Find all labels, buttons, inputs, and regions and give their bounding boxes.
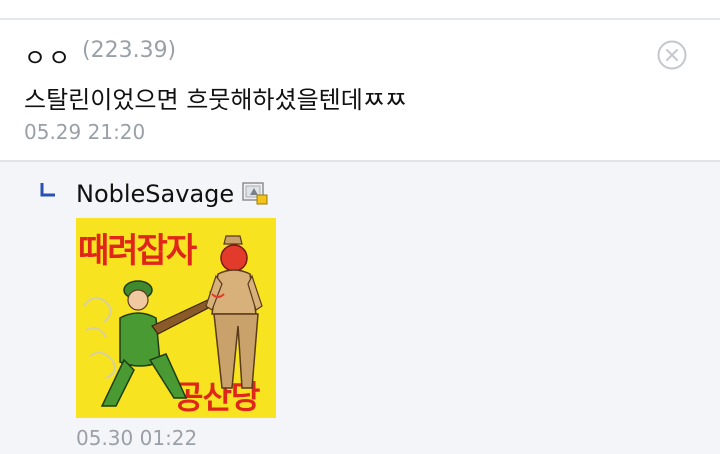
previous-comment-edge	[0, 0, 720, 20]
gallery-nick-icon	[242, 182, 268, 205]
comment-author[interactable]: ㅇㅇ	[24, 38, 72, 73]
comment: ㅇㅇ (223.39) 스탈린이었으면 흐뭇해하셨을텐데ㅉㅉ 05.29 21:…	[0, 20, 720, 162]
reply-comment: NobleSavage 때려잡자 공산당 05.30 01:22	[0, 162, 720, 454]
comment-ip: (223.39)	[82, 38, 177, 63]
reply-author[interactable]: NobleSavage	[76, 180, 234, 208]
reply-arrow-icon	[40, 183, 55, 197]
delete-comment-button[interactable]	[657, 40, 687, 70]
reply-time: 05.30 01:22	[76, 426, 198, 450]
previous-comment-faded-text	[24, 0, 154, 6]
comment-time: 05.29 21:20	[24, 120, 146, 144]
close-circle-icon	[657, 40, 687, 70]
dccon-title-text: 때려잡자	[78, 231, 197, 271]
comment-text: 스탈린이었으면 흐뭇해하셨을텐데ㅉㅉ	[24, 86, 407, 114]
dccon-image[interactable]: 때려잡자 공산당	[76, 218, 276, 418]
